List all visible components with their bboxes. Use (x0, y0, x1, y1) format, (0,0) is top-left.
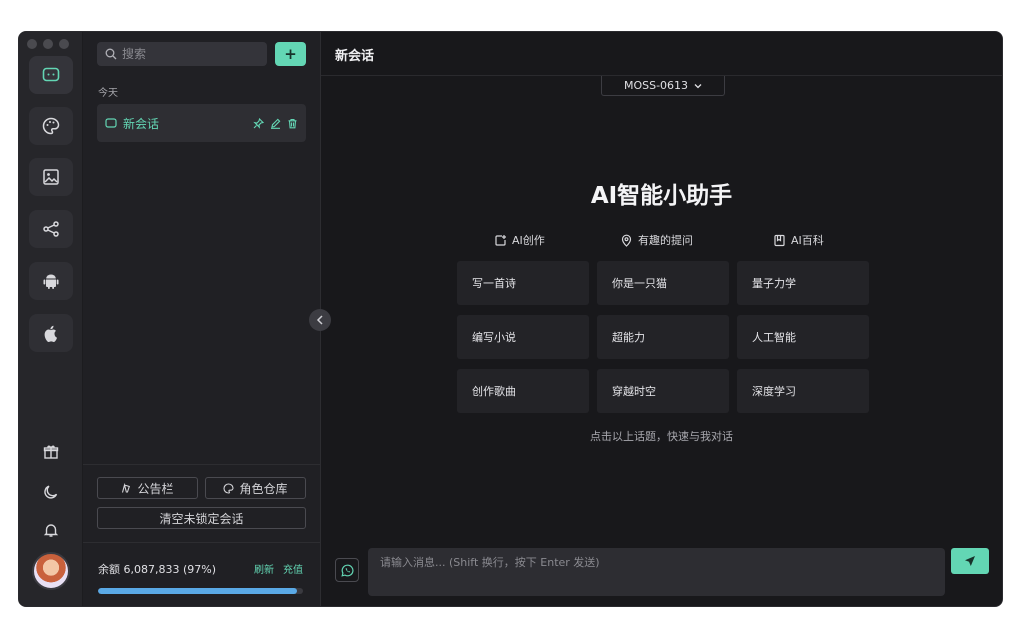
refresh-link[interactable]: 刷新 (254, 561, 274, 576)
balance-text: 余额 6,087,833 (97%) (98, 563, 217, 576)
topic-hint: 点击以上话题，快速与我对话 (590, 430, 733, 443)
recharge-link[interactable]: 充值 (283, 561, 303, 576)
notice-board-label: 公告栏 (137, 481, 174, 496)
send-icon (965, 556, 975, 566)
delete-icon[interactable] (287, 118, 298, 129)
balance-progress-bar (98, 588, 303, 594)
topic-card[interactable]: 创作歌曲 (457, 369, 589, 413)
hero-title: AI智能小助手 (590, 183, 733, 209)
image-icon (43, 169, 59, 185)
maximize-window-button[interactable] (59, 39, 69, 49)
rail-theme-button[interactable] (39, 480, 63, 504)
model-select[interactable]: MOSS-0613 (601, 76, 725, 96)
palette-icon (42, 117, 60, 135)
location-icon (621, 234, 632, 247)
search-box (97, 42, 267, 66)
new-conversation-button[interactable]: + (275, 42, 306, 66)
edit-icon[interactable] (270, 118, 281, 129)
book-icon (774, 234, 785, 246)
category-fun-questions: 有趣的提问 (620, 232, 693, 248)
search-icon (105, 48, 117, 60)
main-panel: 新会话 MOSS-0613 AI智能小助手 AI创作 有趣的提问 AI百科 写一… (321, 32, 1002, 606)
topic-card[interactable]: 量子力学 (737, 261, 869, 305)
rail-share-button[interactable] (29, 210, 73, 248)
rail-palette-button[interactable] (29, 107, 73, 145)
message-composer (321, 542, 1002, 606)
whatsapp-icon (340, 564, 354, 577)
pin-icon[interactable] (253, 117, 264, 129)
icon-rail (19, 32, 83, 606)
topic-card[interactable]: 编写小说 (457, 315, 589, 359)
notice-icon (122, 482, 131, 493)
rail-image-button[interactable] (29, 158, 73, 196)
category-label: AI百科 (791, 234, 824, 247)
gift-icon (43, 445, 59, 459)
rail-apple-button[interactable] (29, 314, 73, 352)
clear-unlocked-label: 清空未锁定会话 (159, 511, 244, 526)
chat-bubble-icon (105, 117, 117, 128)
share-icon (43, 221, 59, 237)
moon-icon (44, 485, 58, 499)
topic-card[interactable]: 你是一只猫 (597, 261, 729, 305)
rail-gift-button[interactable] (39, 440, 63, 464)
category-ai-creation: AI创作 (494, 232, 545, 248)
android-icon (43, 274, 59, 289)
balance-area: 余额 6,087,833 (97%) 刷新 充值 (83, 542, 320, 606)
role-store-label: 角色仓库 (239, 481, 288, 496)
topic-card[interactable]: 超能力 (597, 315, 729, 359)
main-header: 新会话 (321, 32, 1002, 76)
model-select-value: MOSS-0613 (623, 79, 689, 92)
topic-card[interactable]: 人工智能 (737, 315, 869, 359)
apple-icon (44, 325, 57, 342)
window-controls (27, 39, 69, 49)
section-today-label: 今天 (98, 88, 118, 99)
chevron-down-icon (694, 83, 702, 88)
bell-icon (43, 524, 59, 537)
rail-chat-button[interactable] (29, 56, 73, 94)
conversation-title: 新会话 (123, 116, 160, 131)
topic-card[interactable]: 写一首诗 (457, 261, 589, 305)
balance-progress-fill (98, 588, 297, 594)
collapse-sidebar-button[interactable] (309, 309, 331, 331)
topic-card[interactable]: 穿越时空 (597, 369, 729, 413)
category-label: 有趣的提问 (638, 234, 693, 247)
minimize-window-button[interactable] (43, 39, 53, 49)
rail-notification-button[interactable] (39, 518, 63, 542)
user-avatar[interactable] (32, 552, 70, 590)
chevron-left-icon (316, 315, 323, 325)
role-store-button[interactable]: 角色仓库 (205, 477, 306, 499)
search-input[interactable] (122, 47, 262, 61)
page-title: 新会话 (335, 49, 375, 64)
chat-icon (42, 67, 60, 82)
palette-small-icon (223, 482, 235, 494)
topic-card[interactable]: 深度学习 (737, 369, 869, 413)
send-button[interactable] (951, 548, 989, 574)
notice-board-button[interactable]: 公告栏 (97, 477, 198, 499)
app-window: + 今天 新会话 公告栏 角色仓库 清空未锁定会话 (18, 31, 1003, 607)
message-input[interactable] (368, 548, 945, 596)
create-icon (495, 234, 506, 246)
category-ai-encyclopedia: AI百科 (773, 232, 824, 248)
prompt-tool-button[interactable] (335, 558, 359, 582)
close-window-button[interactable] (27, 39, 37, 49)
category-label: AI创作 (512, 234, 545, 247)
conversation-item[interactable]: 新会话 (97, 104, 306, 142)
rail-android-button[interactable] (29, 262, 73, 300)
conversation-sidebar: + 今天 新会话 公告栏 角色仓库 清空未锁定会话 (83, 32, 321, 606)
clear-unlocked-button[interactable]: 清空未锁定会话 (97, 507, 306, 529)
